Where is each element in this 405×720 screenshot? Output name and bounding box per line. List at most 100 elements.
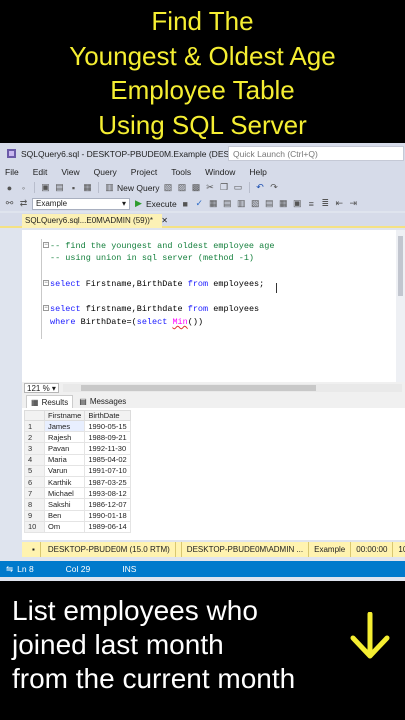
table-row[interactable]: 7 Michael 1993-08-12 (24, 487, 131, 500)
menu-window[interactable]: Window (205, 167, 235, 177)
parse-icon[interactable]: ✓ (194, 198, 205, 209)
copy-icon[interactable]: ❐ (219, 182, 230, 193)
close-icon[interactable]: ✕ (161, 216, 168, 225)
menu-help[interactable]: Help (249, 167, 266, 177)
table-cell[interactable]: Maria (43, 453, 86, 466)
connect-icon[interactable]: ⚯ (4, 198, 15, 209)
table-cell[interactable]: Sakshi (43, 498, 86, 511)
undo-icon[interactable]: ↶ (255, 182, 266, 193)
outdent-icon[interactable]: ⇤ (334, 198, 345, 209)
editor-horizontal-scrollbar[interactable] (62, 384, 402, 392)
table-row[interactable]: 5 Varun 1991-07-10 (24, 464, 131, 477)
table-cell[interactable]: 1989-06-14 (84, 520, 131, 533)
table-cell[interactable]: Varun (43, 464, 86, 477)
collapse-icon[interactable]: − (43, 280, 49, 286)
results-to-file-icon[interactable]: ▣ (292, 198, 303, 209)
table-row[interactable]: 9 Ben 1990-01-18 (24, 509, 131, 522)
zoom-select[interactable]: 121 % ▾ (24, 383, 59, 393)
display-plan-icon[interactable]: ▦ (208, 198, 219, 209)
table-cell[interactable]: 1988-09-21 (84, 431, 131, 444)
table-cell[interactable]: Pavan (43, 442, 86, 455)
quick-launch-input[interactable]: Quick Launch (Ctrl+Q) (228, 146, 404, 161)
save-icon[interactable]: ▪ (68, 182, 79, 193)
results-to-grid-icon[interactable]: ▦ (278, 198, 289, 209)
table-cell[interactable]: 1990-05-15 (84, 419, 131, 433)
table-row[interactable]: 1 James 1990-05-15 (24, 419, 131, 433)
row-number[interactable]: 2 (24, 431, 45, 444)
editor-vertical-scrollbar[interactable] (396, 230, 405, 382)
new-project-icon[interactable]: ▣ (40, 182, 51, 193)
row-number-header[interactable] (24, 410, 45, 421)
new-query-button[interactable]: ▥ New Query (104, 182, 159, 193)
table-row[interactable]: 2 Rajesh 1988-09-21 (24, 431, 131, 444)
scrollbar-thumb[interactable] (398, 236, 403, 296)
ssms-app-icon (5, 148, 17, 160)
top-caption-line-2: Youngest & Oldest Age (69, 40, 336, 71)
cut-icon[interactable]: ✂ (205, 182, 216, 193)
table-cell[interactable]: 1986-12-07 (84, 498, 131, 511)
collapse-icon[interactable]: − (43, 305, 49, 311)
table-cell[interactable]: 1987-03-25 (84, 475, 131, 489)
table-cell[interactable]: Michael (43, 487, 86, 500)
collapse-icon[interactable]: − (43, 242, 49, 248)
table-row[interactable]: 10 Om 1989-06-14 (24, 520, 131, 533)
execute-label: Execute (146, 198, 177, 209)
table-cell[interactable]: Ben (43, 509, 86, 522)
table-cell[interactable]: 1993-08-12 (84, 487, 131, 500)
row-number[interactable]: 8 (24, 498, 45, 511)
table-cell[interactable]: 1991-07-10 (84, 464, 131, 477)
forward-icon[interactable]: ◦ (18, 182, 29, 193)
table-cell[interactable]: 1992-11-30 (84, 442, 131, 455)
uncomment-icon[interactable]: ≣ (320, 198, 331, 209)
column-header[interactable]: BirthDate (84, 410, 131, 421)
table-cell[interactable]: James (43, 419, 86, 433)
comment-icon[interactable]: ≡ (306, 198, 317, 209)
db-engine-query-icon[interactable]: ▧ (163, 182, 174, 193)
table-cell[interactable]: 1985-04-02 (84, 453, 131, 466)
indent-icon[interactable]: ⇥ (348, 198, 359, 209)
row-number[interactable]: 3 (24, 442, 45, 455)
back-icon[interactable]: ● (4, 182, 15, 193)
function-name: Min (172, 317, 188, 327)
table-row[interactable]: 3 Pavan 1992-11-30 (24, 442, 131, 455)
row-number[interactable]: 6 (24, 475, 45, 489)
table-cell[interactable]: Rajesh (43, 431, 86, 444)
dmx-query-icon[interactable]: ▩ (191, 182, 202, 193)
table-cell[interactable]: Om (43, 520, 86, 533)
cancel-query-icon[interactable]: ■ (180, 198, 191, 209)
table-row[interactable]: 8 Sakshi 1986-12-07 (24, 498, 131, 511)
menu-query[interactable]: Query (94, 167, 117, 177)
row-number[interactable]: 4 (24, 453, 45, 466)
menu-tools[interactable]: Tools (171, 167, 191, 177)
paste-icon[interactable]: ▭ (233, 182, 244, 193)
row-number[interactable]: 5 (24, 464, 45, 477)
menu-project[interactable]: Project (131, 167, 157, 177)
table-row[interactable]: 6 Karthik 1987-03-25 (24, 475, 131, 489)
column-header[interactable]: Firstname (43, 410, 86, 421)
open-file-icon[interactable]: ▤ (54, 182, 65, 193)
menu-edit[interactable]: Edit (33, 167, 48, 177)
row-number[interactable]: 10 (24, 520, 45, 533)
query-options-icon[interactable]: ▤ (222, 198, 233, 209)
row-number[interactable]: 7 (24, 487, 45, 500)
table-cell[interactable]: 1990-01-18 (84, 509, 131, 522)
row-number[interactable]: 9 (24, 509, 45, 522)
mdx-query-icon[interactable]: ▨ (177, 182, 188, 193)
menu-view[interactable]: View (61, 167, 79, 177)
table-cell[interactable]: Karthik (43, 475, 86, 489)
tab-results[interactable]: ▦ Results (26, 395, 74, 408)
redo-icon[interactable]: ↷ (269, 182, 280, 193)
results-to-text-icon[interactable]: ▤ (264, 198, 275, 209)
tab-messages[interactable]: ▤ Messages (75, 395, 130, 408)
row-number[interactable]: 1 (24, 419, 45, 433)
include-plan-icon[interactable]: ▧ (250, 198, 261, 209)
database-select[interactable]: Example ▾ (32, 197, 130, 210)
change-connection-icon[interactable]: ⇄ (18, 198, 29, 209)
query-tab[interactable]: SQLQuery6.sql...E0M\ADMIN (59))* ✕ (22, 214, 168, 228)
menu-file[interactable]: File (5, 167, 19, 177)
scrollbar-thumb[interactable] (80, 385, 316, 391)
table-row[interactable]: 4 Maria 1985-04-02 (24, 453, 131, 466)
execute-button[interactable]: ▶ Execute (133, 198, 177, 209)
intellisense-icon[interactable]: ▥ (236, 198, 247, 209)
save-all-icon[interactable]: ▦ (82, 182, 93, 193)
